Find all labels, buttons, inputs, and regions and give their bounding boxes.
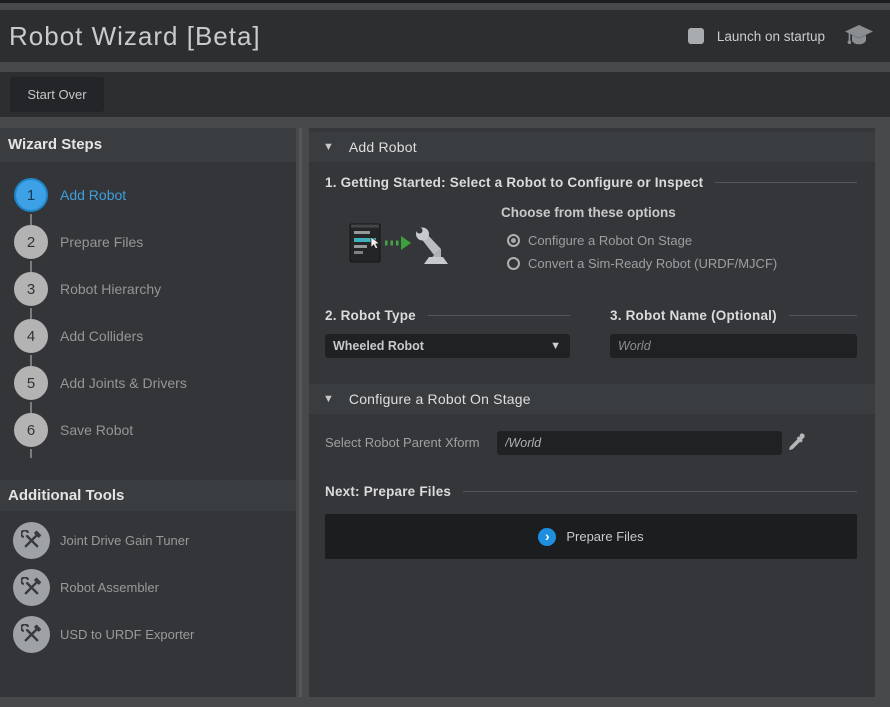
step-connector [30, 214, 32, 225]
crossed-tools-icon [13, 522, 50, 559]
crossed-tools-icon [13, 569, 50, 606]
step-number: 2 [27, 234, 35, 251]
collapse-triangle-icon: ▼ [323, 141, 334, 153]
step-connector [30, 355, 32, 366]
parent-xform-input[interactable] [497, 431, 782, 455]
sidebar-step-add-joints-drivers[interactable]: 5 Add Joints & Drivers [0, 366, 296, 400]
radio-configure-on-stage[interactable]: Configure a Robot On Stage [507, 231, 692, 249]
sidebar-step-save-robot[interactable]: 6 Save Robot [0, 413, 296, 447]
titlebar: Robot Wizard [Beta] Launch on startup [0, 10, 890, 62]
step-label: Prepare Files [60, 234, 143, 250]
step-connector [30, 308, 32, 319]
step-number: 5 [27, 375, 35, 392]
robot-wizard-window: Robot Wizard [Beta] Launch on startup St… [0, 0, 890, 707]
step-label: Add Robot [60, 187, 126, 203]
next-arrow-icon: › [538, 528, 556, 546]
tutorial-graduation-cap-icon[interactable] [844, 24, 874, 48]
getting-started-label: 1. Getting Started: Select a Robot to Co… [325, 175, 703, 190]
sidebar-scrollbar[interactable] [299, 128, 302, 697]
launch-on-startup-label: Launch on startup [717, 29, 825, 44]
toolbar: Start Over [0, 72, 890, 117]
robot-type-dropdown[interactable]: Wheeled Robot ▼ [325, 334, 570, 358]
radio-label: Convert a Sim-Ready Robot (URDF/MJCF) [528, 256, 777, 271]
robot-type-label-row: 2. Robot Type [325, 308, 570, 323]
step-6-badge: 6 [14, 413, 48, 447]
sidebar-step-add-robot[interactable]: 1 Add Robot [0, 178, 296, 212]
wizard-steps-panel: Wizard Steps 1 Add Robot 2 Prepare Files… [0, 128, 296, 697]
tool-joint-drive-gain-tuner[interactable]: Joint Drive Gain Tuner [0, 522, 296, 559]
step-label: Robot Hierarchy [60, 281, 161, 297]
divider-line [463, 491, 857, 492]
wizard-steps-header: Wizard Steps [0, 128, 296, 162]
robot-arm-icon [416, 228, 448, 265]
robot-name-label-row: 3. Robot Name (Optional) [610, 308, 857, 323]
sidebar-step-prepare-files[interactable]: 2 Prepare Files [0, 225, 296, 259]
crossed-tools-icon [13, 616, 50, 653]
parent-xform-label: Select Robot Parent Xform [325, 431, 480, 455]
getting-started-row: 1. Getting Started: Select a Robot to Co… [325, 175, 857, 190]
step-label: Add Joints & Drivers [60, 375, 187, 391]
radio-icon [507, 234, 520, 247]
start-over-button[interactable]: Start Over [10, 77, 104, 112]
step-number: 3 [27, 281, 35, 298]
divider-line [715, 182, 857, 183]
prepare-files-button-label: Prepare Files [566, 529, 643, 544]
robot-name-input[interactable] [610, 334, 857, 358]
add-robot-section-header[interactable]: ▼ Add Robot [309, 132, 875, 162]
next-step-label: Next: Prepare Files [325, 484, 451, 499]
choose-options-label: Choose from these options [501, 205, 676, 220]
radio-convert-sim-ready[interactable]: Convert a Sim-Ready Robot (URDF/MJCF) [507, 254, 777, 272]
section-title: Add Robot [349, 139, 417, 155]
step-connector [30, 402, 32, 413]
tool-label: Joint Drive Gain Tuner [60, 533, 189, 548]
step-number: 6 [27, 422, 35, 439]
radio-label: Configure a Robot On Stage [528, 233, 692, 248]
launch-on-startup-checkbox[interactable] [688, 28, 704, 44]
collapse-triangle-icon: ▼ [323, 393, 334, 405]
additional-tools-header: Additional Tools [0, 480, 296, 511]
stage-list-icon [350, 224, 380, 262]
robot-type-label: 2. Robot Type [325, 308, 416, 323]
robot-type-value: Wheeled Robot [333, 339, 424, 353]
step-connector [30, 449, 32, 458]
divider-line [428, 315, 570, 316]
step-5-badge: 5 [14, 366, 48, 400]
step-2-badge: 2 [14, 225, 48, 259]
step-4-badge: 4 [14, 319, 48, 353]
stage-to-robot-illustration [349, 222, 449, 271]
tool-label: Robot Assembler [60, 580, 159, 595]
prepare-files-button[interactable]: › Prepare Files [325, 514, 857, 559]
add-robot-panel: ▼ Add Robot 1. Getting Started: Select a… [309, 128, 875, 697]
tool-robot-assembler[interactable]: Robot Assembler [0, 569, 296, 606]
eyedropper-icon[interactable] [788, 433, 805, 458]
tool-usd-to-urdf-exporter[interactable]: USD to URDF Exporter [0, 616, 296, 653]
robot-name-label: 3. Robot Name (Optional) [610, 308, 777, 323]
tool-label: USD to URDF Exporter [60, 627, 194, 642]
divider-line [789, 315, 857, 316]
configure-on-stage-section-header[interactable]: ▼ Configure a Robot On Stage [309, 384, 875, 414]
sidebar-step-add-colliders[interactable]: 4 Add Colliders [0, 319, 296, 353]
next-step-row: Next: Prepare Files [325, 484, 857, 499]
sidebar-step-robot-hierarchy[interactable]: 3 Robot Hierarchy [0, 272, 296, 306]
step-label: Add Colliders [60, 328, 143, 344]
step-connector [30, 261, 32, 272]
window-top-border [0, 0, 890, 3]
step-label: Save Robot [60, 422, 133, 438]
chevron-down-icon: ▼ [550, 340, 561, 352]
step-3-badge: 3 [14, 272, 48, 306]
section-title: Configure a Robot On Stage [349, 391, 531, 407]
window-title: Robot Wizard [Beta] [0, 21, 261, 52]
titlebar-actions: Launch on startup [688, 10, 874, 62]
green-arrow-icon [385, 236, 411, 250]
step-1-badge: 1 [14, 178, 48, 212]
step-number: 4 [27, 328, 35, 345]
step-number: 1 [27, 187, 35, 204]
radio-icon [507, 257, 520, 270]
